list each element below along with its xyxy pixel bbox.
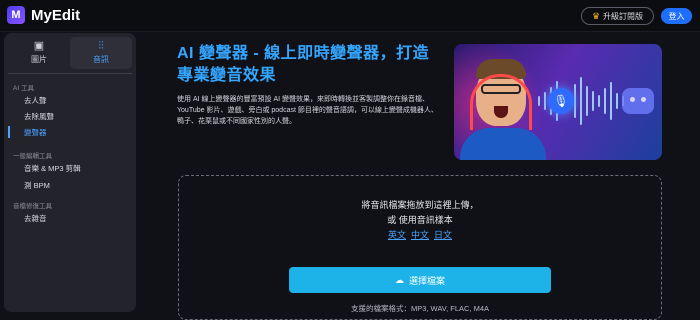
upload-sample-text: 或 使用音訊樣本 — [387, 215, 453, 225]
robot-eye — [630, 97, 635, 102]
sample-link-chinese[interactable]: 中文 — [411, 228, 429, 241]
top-bar: M MyEdit ♛ 升級訂閱版 登入 — [0, 0, 700, 32]
choose-file-label: 選擇檔案 — [408, 275, 445, 286]
headphones-icon — [470, 74, 532, 130]
sidebar-item-denoise[interactable]: 去雜音 — [8, 211, 132, 225]
sound-wave-bar — [586, 86, 588, 116]
crown-icon: ♛ — [591, 10, 601, 21]
sound-wave-bar — [592, 91, 594, 111]
supported-formats: 支援的檔案格式：MP3, WAV, FLAC, M4A — [350, 304, 490, 313]
audio-wave-icon: ⫶⫶ — [98, 40, 104, 52]
robot-eye — [641, 97, 646, 102]
sound-wave-bar — [580, 77, 582, 125]
sound-wave-bar — [544, 92, 546, 110]
upload-instruction: 將音訊檔案拖放到這裡上傳， — [361, 200, 479, 210]
page-description: 使用 AI 線上變聲器的豐富預設 AI 變聲效果，來即時轉換並客製調整你在錄音檔… — [177, 96, 438, 125]
hero-person-body — [460, 128, 546, 160]
tab-audio[interactable]: ⫶⫶ 音訊 — [70, 37, 132, 69]
section-heading-general-edit: 一般編輯工具 — [13, 153, 52, 160]
sample-link-english[interactable]: 英文 — [388, 228, 406, 241]
sidebar-item-mp3-cutter[interactable]: 音樂 & MP3 剪輯 — [8, 161, 132, 175]
section-heading-repair: 音檔修復工具 — [13, 203, 52, 210]
sidebar-item-bpm[interactable]: 測 BPM — [8, 178, 132, 192]
tab-image-label: 圖片 — [31, 55, 47, 64]
microphone-icon: 🎙 — [548, 88, 574, 114]
sidebar: ▣ 圖片 ⫶⫶ 音訊 AI 工具 去人聲 去除風聲 變聲器 一般編輯工具 音樂 … — [4, 33, 136, 312]
section-heading-ai-tools: AI 工具 — [13, 85, 34, 92]
sound-wave-bar — [538, 96, 540, 106]
sound-wave-bar — [574, 84, 576, 118]
tab-divider — [8, 73, 132, 74]
page-title: AI 變聲器 - 線上即時變聲器，打造專業變音效果 — [177, 45, 430, 84]
cloud-upload-icon: ☁ — [394, 274, 404, 285]
app-name: MyEdit — [31, 6, 81, 24]
logo[interactable]: M MyEdit — [7, 6, 80, 24]
sidebar-item-voice-changer[interactable]: 變聲器 — [8, 125, 132, 139]
image-icon: ▣ — [33, 40, 45, 52]
tab-image[interactable]: ▣ 圖片 — [8, 37, 70, 69]
sound-wave-bar — [610, 82, 612, 120]
sound-wave-bar — [616, 93, 618, 109]
sample-link-japanese[interactable]: 日文 — [434, 228, 452, 241]
upload-dropzone[interactable] — [178, 175, 662, 320]
upgrade-label: 升級訂閱版 — [603, 11, 644, 21]
sidebar-item-vocal-remover[interactable]: 去人聲 — [8, 93, 132, 107]
upgrade-button[interactable]: ♛ 升級訂閱版 — [581, 7, 654, 25]
robot-icon — [622, 88, 654, 114]
tab-audio-label: 音訊 — [93, 55, 109, 64]
sample-language-links: 英文 中文 日文 — [178, 228, 662, 241]
sidebar-tabs: ▣ 圖片 ⫶⫶ 音訊 — [8, 37, 132, 69]
choose-file-button[interactable]: ☁ 選擇檔案 — [289, 267, 551, 293]
myedit-logo-icon: M — [7, 6, 25, 24]
sound-wave-bar — [598, 95, 600, 107]
hero-image: 🎙 — [454, 44, 662, 160]
sidebar-item-wind-remover[interactable]: 去除風聲 — [8, 109, 132, 123]
login-button[interactable]: 登入 — [661, 8, 692, 24]
sound-wave-bar — [604, 88, 606, 114]
